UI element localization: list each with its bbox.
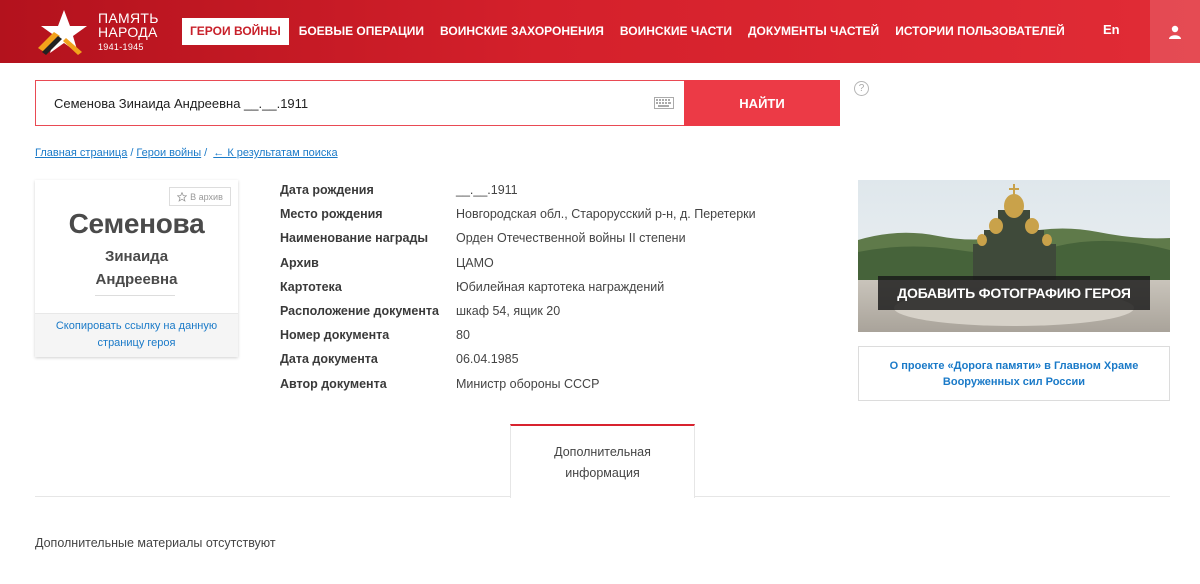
detail-label: Картотека <box>280 279 342 294</box>
detail-label: Дата документа <box>280 352 378 367</box>
user-icon <box>1169 25 1181 39</box>
detail-row: Номер документа 80 <box>280 323 840 347</box>
star-icon <box>177 191 188 202</box>
copy-link-button[interactable]: Скопировать ссылку на данную страницу ге… <box>35 314 238 352</box>
tab-label-line2: информация <box>565 466 640 480</box>
add-photo-button[interactable]: ДОБАВИТЬ ФОТОГРАФИЮ ГЕРОЯ <box>878 276 1150 310</box>
detail-label: Дата рождения <box>280 183 374 198</box>
detail-label: Автор документа <box>280 376 387 391</box>
detail-value: 06.04.1985 <box>456 352 519 367</box>
hero-surname: Семенова <box>68 208 205 239</box>
tab-additional-info[interactable]: Дополнительная информация <box>510 424 695 498</box>
detail-value: 80 <box>456 328 470 343</box>
detail-value: Министр обороны СССР <box>456 376 600 391</box>
help-icon[interactable]: ? <box>854 81 869 96</box>
detail-row: Место рождения Новгородская обл., Старору… <box>280 202 840 226</box>
detail-value: __.__.1911 <box>456 183 518 198</box>
language-switch[interactable]: En <box>1103 22 1120 37</box>
nav-unit-documents[interactable]: ДОКУМЕНТЫ ЧАСТЕЙ <box>740 18 887 45</box>
keyboard-icon[interactable] <box>654 97 674 109</box>
user-button[interactable] <box>1150 0 1200 63</box>
detail-row: Архив ЦАМО <box>280 251 840 275</box>
detail-row: Дата документа 06.04.1985 <box>280 347 840 371</box>
detail-label: Наименование награды <box>280 231 429 246</box>
logo-line1: ПАМЯТЬ <box>98 10 159 26</box>
detail-value: ЦАМО <box>456 255 494 270</box>
nav-heroes[interactable]: ГЕРОИ ВОЙНЫ <box>182 18 289 45</box>
breadcrumb: Главная страница / Герои войны / ← К резуль… <box>35 147 338 159</box>
project-link[interactable]: О проекте «Дорога памяти» в Главном Храм… <box>858 346 1170 401</box>
detail-row: Расположение документа шкаф 54, ящик 20 <box>280 299 840 323</box>
breadcrumb-home[interactable]: Главная страница <box>35 147 127 159</box>
detail-value: Орден Отечественной войны II степени <box>456 231 686 246</box>
detail-label: Расположение документа <box>280 304 439 319</box>
detail-row: Автор документа Министр обороны СССР <box>280 372 840 396</box>
breadcrumb-heroes[interactable]: Герои войны <box>136 147 201 159</box>
detail-value: Новгородская обл., Старорусский р-н, д. … <box>456 207 756 222</box>
nav-burials[interactable]: ВОИНСКИЕ ЗАХОРОНЕНИЯ <box>432 18 612 45</box>
nav-user-stories[interactable]: ИСТОРИИ ПОЛЬЗОВАТЕЛЕЙ <box>887 18 1073 45</box>
detail-row: Картотека Юбилейная картотека награждений <box>280 275 840 299</box>
detail-row: Дата рождения __.__.1911 <box>280 178 840 202</box>
detail-value: Юбилейная картотека награждений <box>456 279 665 294</box>
site-logo[interactable]: ПАМЯТЬ НАРОДА 1941-1945 <box>36 8 176 56</box>
no-materials-text: Дополнительные материалы отсутствуют <box>35 536 276 550</box>
hero-first-name: Зинаида <box>104 248 169 265</box>
card-divider <box>95 295 175 296</box>
search-input[interactable] <box>54 81 644 125</box>
nav-operations[interactable]: БОЕВЫЕ ОПЕРАЦИИ <box>291 18 432 45</box>
archive-label: В архив <box>190 191 223 202</box>
copy-link-area: Скопировать ссылку на данную страницу ге… <box>35 313 238 357</box>
back-to-results-link[interactable]: ← К результатам поиска <box>213 147 337 159</box>
detail-value: шкаф 54, ящик 20 <box>456 304 561 319</box>
logo-text: ПАМЯТЬ НАРОДА 1941-1945 <box>98 11 159 53</box>
hero-patronymic: Андреевна <box>95 271 178 288</box>
search-button[interactable]: НАЙТИ <box>684 80 840 126</box>
site-header: ПАМЯТЬ НАРОДА 1941-1945 ГЕРОИ ВОЙНЫ БОЕВ… <box>0 0 1200 63</box>
main-nav: ГЕРОИ ВОЙНЫ БОЕВЫЕ ОПЕРАЦИИ ВОИНСКИЕ ЗАХ… <box>182 18 1073 45</box>
hero-name-card: В архив Семенова Зинаида Андреевна Скопи… <box>35 180 238 357</box>
logo-line2: НАРОДА <box>98 24 158 40</box>
logo-years: 1941-1945 <box>98 42 144 52</box>
hero-details: Дата рождения __.__.1911 Место рождения Но… <box>280 178 840 396</box>
tab-label-line1: Дополнительная <box>554 445 651 459</box>
detail-label: Место рождения <box>280 207 383 222</box>
star-ribbon-icon <box>38 10 87 55</box>
add-photo-banner[interactable]: ДОБАВИТЬ ФОТОГРАФИЮ ГЕРОЯ <box>858 180 1170 332</box>
detail-label: Номер документа <box>280 328 390 343</box>
add-to-archive-button[interactable]: В архив <box>169 187 231 206</box>
detail-row: Наименование награды Орден Отечественной … <box>280 226 840 250</box>
search-box <box>35 80 685 126</box>
detail-label: Архив <box>280 255 319 270</box>
nav-units[interactable]: ВОИНСКИЕ ЧАСТИ <box>612 18 740 45</box>
hero-given-names: Зинаида Андреевна <box>35 245 238 291</box>
